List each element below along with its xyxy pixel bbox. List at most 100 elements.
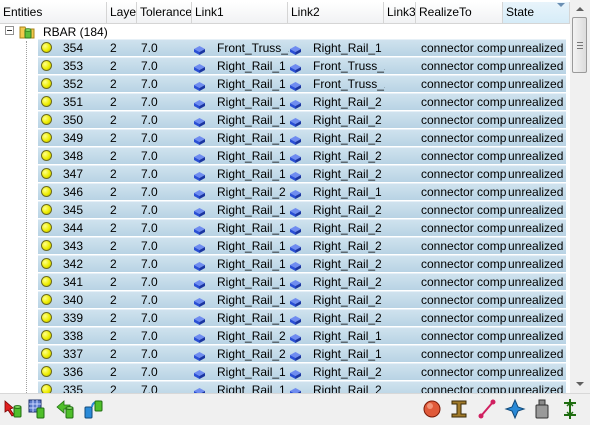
fit-view-button[interactable] — [559, 397, 581, 421]
table-row[interactable]: 353 2 7.0 Right_Rail_1 Front_Truss_1 connecto… — [38, 57, 566, 74]
component-link-icon — [194, 296, 205, 307]
state-cell: unrealized — [508, 311, 564, 325]
bolt-button[interactable] — [531, 397, 553, 421]
show-entities-button[interactable] — [2, 397, 24, 421]
component-link-icon — [290, 152, 301, 163]
state-cell: unrealized — [508, 257, 564, 271]
grip-line — [577, 45, 583, 46]
table-row[interactable]: 347 2 7.0 Right_Rail_1 Right_Rail_2 connector… — [38, 165, 566, 182]
hide-entities-button[interactable] — [55, 397, 77, 421]
link2-cell: Right_Rail_2 — [313, 131, 382, 145]
vertical-scrollbar[interactable] — [570, 0, 590, 393]
link1-cell: Right_Rail_1 — [217, 131, 286, 145]
connector-entity-icon — [41, 294, 52, 305]
tolerance-cell: 7.0 — [141, 275, 158, 289]
table-row[interactable]: 340 2 7.0 Right_Rail_1 Right_Rail_2 connector… — [38, 291, 566, 308]
link2-cell: Front_Truss_1 — [313, 59, 385, 73]
table-row[interactable]: 351 2 7.0 Right_Rail_1 Right_Rail_2 connector… — [38, 93, 566, 110]
state-cell: unrealized — [508, 383, 564, 393]
link1-cell: Right_Rail_1 — [217, 167, 286, 181]
tolerance-cell: 7.0 — [141, 347, 158, 361]
table-row[interactable]: 341 2 7.0 Right_Rail_1 Right_Rail_2 connector… — [38, 273, 566, 290]
tolerance-cell: 7.0 — [141, 77, 158, 91]
column-state-header[interactable]: State — [503, 2, 570, 23]
link1-cell: Right_Rail_1 — [217, 257, 286, 271]
component-link-icon — [194, 116, 205, 127]
column-header-row: Entities Layer Tolerance Link1 Link2 Lin… — [0, 2, 570, 24]
table-row[interactable]: 336 2 7.0 Right_Rail_1 Right_Rail_2 connector… — [38, 363, 566, 380]
table-row[interactable]: 349 2 7.0 Right_Rail_1 Right_Rail_2 connector… — [38, 129, 566, 146]
collapse-toggle-icon[interactable] — [5, 26, 14, 35]
table-row[interactable]: 350 2 7.0 Right_Rail_1 Right_Rail_2 connector… — [38, 111, 566, 128]
link2-cell: Right_Rail_1 — [313, 329, 382, 343]
realizeto-cell: connector comp — [421, 59, 507, 73]
link2-cell: Right_Rail_2 — [313, 95, 382, 109]
column-entities-header[interactable]: Entities — [0, 2, 107, 23]
component-link-icon — [194, 278, 205, 289]
table-row[interactable]: 352 2 7.0 Right_Rail_1 Front_Truss_1 connecto… — [38, 75, 566, 92]
table-row[interactable]: 346 2 7.0 Right_Rail_2 Right_Rail_1 connector… — [38, 183, 566, 200]
link1-cell: Right_Rail_1 — [217, 311, 286, 325]
layer-cell: 2 — [110, 383, 117, 393]
scroll-up-button[interactable] — [572, 1, 587, 17]
state-cell: unrealized — [508, 41, 564, 55]
component-link-icon — [194, 152, 205, 163]
column-link1-header[interactable]: Link1 — [192, 2, 288, 23]
state-cell: unrealized — [508, 167, 564, 181]
link2-cell: Front_Truss_1 — [313, 77, 385, 91]
layer-cell: 2 — [110, 329, 117, 343]
state-cell: unrealized — [508, 59, 564, 73]
entity-id-cell: 344 — [63, 221, 84, 235]
tolerance-cell: 7.0 — [141, 203, 158, 217]
i-beam-button[interactable] — [448, 397, 470, 421]
connector-entity-icon — [41, 312, 52, 323]
entity-id-cell: 348 — [63, 149, 84, 163]
tolerance-cell: 7.0 — [141, 293, 158, 307]
realizeto-cell: connector comp — [421, 293, 507, 307]
link1-cell: Right_Rail_1 — [217, 383, 286, 393]
table-row[interactable]: 343 2 7.0 Right_Rail_1 Right_Rail_2 connector… — [38, 237, 566, 254]
link-connector-button[interactable] — [476, 397, 498, 421]
link2-cell: Right_Rail_2 — [313, 257, 382, 271]
realizeto-cell: connector comp — [421, 77, 507, 91]
scroll-thumb[interactable] — [572, 17, 587, 73]
component-link-icon — [290, 350, 301, 361]
show-selected-button[interactable] — [26, 397, 48, 421]
connector-entity-icon — [41, 60, 52, 71]
column-link3-header[interactable]: Link3 — [384, 2, 416, 23]
table-row[interactable]: 345 2 7.0 Right_Rail_1 Right_Rail_2 connector… — [38, 201, 566, 218]
link1-cell: Right_Rail_1 — [217, 95, 286, 109]
table-row[interactable]: 338 2 7.0 Right_Rail_2 Right_Rail_1 connector… — [38, 327, 566, 344]
entity-id-cell: 352 — [63, 77, 84, 91]
state-cell: unrealized — [508, 275, 564, 289]
table-row[interactable]: 344 2 7.0 Right_Rail_1 Right_Rail_2 connector… — [38, 219, 566, 236]
link1-cell: Right_Rail_1 — [217, 221, 286, 235]
column-realizeto-header[interactable]: RealizeTo — [416, 2, 503, 23]
column-layer-header[interactable]: Layer — [107, 2, 137, 23]
table-row[interactable]: 342 2 7.0 Right_Rail_1 Right_Rail_2 connector… — [38, 255, 566, 272]
table-row[interactable]: 337 2 7.0 Right_Rail_2 Right_Rail_1 connector… — [38, 345, 566, 362]
connector-entity-icon — [41, 186, 52, 197]
link2-cell: Right_Rail_1 — [313, 41, 382, 55]
grip-line — [577, 42, 583, 43]
state-cell: unrealized — [508, 185, 564, 199]
realizeto-cell: connector comp — [421, 203, 507, 217]
isolate-entities-button[interactable] — [83, 397, 105, 421]
spotweld-button[interactable] — [504, 397, 526, 421]
entity-id-cell: 353 — [63, 59, 84, 73]
bolt-icon — [535, 399, 549, 419]
table-row[interactable]: 339 2 7.0 Right_Rail_1 Right_Rail_2 connector… — [38, 309, 566, 326]
component-link-icon — [194, 80, 205, 91]
table-row[interactable]: 354 2 7.0 Front_Truss_1 Right_Rail_1 connecto… — [38, 39, 566, 56]
table-row[interactable]: 335 2 7.0 Right_Rail_1 Right_Rail_2 connector… — [38, 381, 566, 393]
scroll-down-button[interactable] — [572, 376, 587, 392]
tolerance-cell: 7.0 — [141, 185, 158, 199]
state-cell: unrealized — [508, 347, 564, 361]
layer-cell: 2 — [110, 293, 117, 307]
layer-cell: 2 — [110, 59, 117, 73]
table-row[interactable]: 348 2 7.0 Right_Rail_1 Right_Rail_2 connector… — [38, 147, 566, 164]
realize-button[interactable] — [421, 397, 443, 421]
column-link2-header[interactable]: Link2 — [288, 2, 384, 23]
component-link-icon — [194, 350, 205, 361]
column-tolerance-header[interactable]: Tolerance — [137, 2, 192, 23]
